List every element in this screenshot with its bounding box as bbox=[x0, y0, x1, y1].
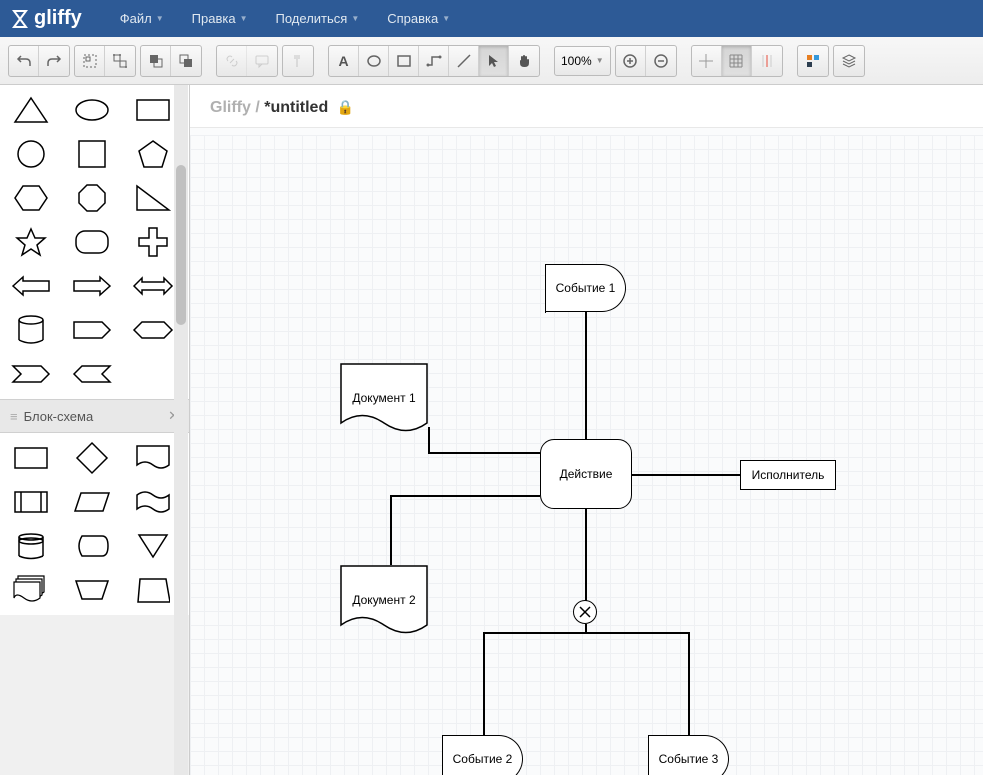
shape-right-triangle[interactable] bbox=[128, 179, 178, 217]
node-action[interactable]: Действие bbox=[540, 439, 632, 509]
snap-button[interactable] bbox=[692, 46, 722, 76]
guides-button[interactable] bbox=[752, 46, 782, 76]
ungroup-button[interactable] bbox=[105, 46, 135, 76]
shapes-sidebar: ≡ Блок-схема ✕ bbox=[0, 85, 190, 775]
app-header: gliffy Файл▼ Правка▼ Поделиться▼ Справка… bbox=[0, 0, 983, 37]
node-event-1[interactable]: Событие 1 bbox=[546, 264, 626, 312]
diagram-canvas[interactable]: Событие 1 Действие Исполнитель Документ … bbox=[190, 135, 983, 775]
logo-icon bbox=[10, 9, 30, 29]
connector[interactable] bbox=[585, 624, 587, 633]
shape-arrow-right[interactable] bbox=[67, 267, 117, 305]
connector[interactable] bbox=[428, 427, 430, 453]
undo-button[interactable] bbox=[9, 46, 39, 76]
zoom-in-button[interactable] bbox=[616, 46, 646, 76]
sidebar-scrollbar[interactable] bbox=[174, 85, 188, 775]
breadcrumb-prefix: Gliffy / bbox=[210, 99, 264, 116]
fc-data[interactable] bbox=[67, 483, 117, 521]
section-label: Блок-схема bbox=[24, 409, 94, 424]
comment-button[interactable] bbox=[247, 46, 277, 76]
fc-tape[interactable] bbox=[128, 483, 178, 521]
pan-tool-button[interactable] bbox=[509, 46, 539, 76]
format-painter-button[interactable] bbox=[283, 46, 313, 76]
fc-display[interactable] bbox=[67, 527, 117, 565]
drag-handle-icon: ≡ bbox=[10, 409, 18, 424]
theme-button[interactable] bbox=[798, 46, 828, 76]
shape-plus[interactable] bbox=[128, 223, 178, 261]
fc-decision[interactable] bbox=[67, 439, 117, 477]
logo: gliffy bbox=[10, 7, 82, 30]
flowchart-shapes-grid bbox=[0, 433, 189, 615]
fc-multi-document[interactable] bbox=[6, 571, 56, 609]
shape-hexagon[interactable] bbox=[6, 179, 56, 217]
shape-pointer-left[interactable] bbox=[67, 355, 117, 393]
connector[interactable] bbox=[390, 495, 392, 565]
node-document-2[interactable]: Документ 2 bbox=[340, 565, 428, 639]
pointer-tool-button[interactable] bbox=[479, 46, 509, 76]
connector[interactable] bbox=[585, 312, 587, 439]
fc-manual-op[interactable] bbox=[67, 571, 117, 609]
shape-chevron-right[interactable] bbox=[67, 311, 117, 349]
sidebar-scroll-thumb[interactable] bbox=[176, 165, 186, 325]
fc-predefined[interactable] bbox=[6, 483, 56, 521]
link-button[interactable] bbox=[217, 46, 247, 76]
fc-manual-input[interactable] bbox=[128, 571, 178, 609]
group-button[interactable] bbox=[75, 46, 105, 76]
node-performer[interactable]: Исполнитель bbox=[740, 460, 836, 490]
connector[interactable] bbox=[483, 632, 485, 735]
redo-button[interactable] bbox=[39, 46, 69, 76]
node-document-1[interactable]: Документ 1 bbox=[340, 363, 428, 437]
main-menu: Файл▼ Правка▼ Поделиться▼ Справка▼ bbox=[112, 7, 458, 30]
shape-arrow-left[interactable] bbox=[6, 267, 56, 305]
menu-share[interactable]: Поделиться▼ bbox=[268, 7, 368, 30]
logo-text: gliffy bbox=[34, 7, 82, 30]
document-title: *untitled bbox=[264, 99, 328, 116]
connector[interactable] bbox=[585, 509, 587, 601]
basic-shapes-grid bbox=[0, 85, 189, 399]
shape-ellipse[interactable] bbox=[67, 91, 117, 129]
line-tool-button[interactable] bbox=[449, 46, 479, 76]
shape-cylinder[interactable] bbox=[6, 311, 56, 349]
node-event-3[interactable]: Событие 3 bbox=[649, 735, 729, 775]
shape-arrow-both[interactable] bbox=[128, 267, 178, 305]
shape-pentagon[interactable] bbox=[128, 135, 178, 173]
layers-button[interactable] bbox=[834, 46, 864, 76]
text-tool-button[interactable]: A bbox=[329, 46, 359, 76]
fc-database[interactable] bbox=[6, 527, 56, 565]
connector[interactable] bbox=[390, 495, 540, 497]
shape-star[interactable] bbox=[6, 223, 56, 261]
bring-front-button[interactable] bbox=[141, 46, 171, 76]
menu-help[interactable]: Справка▼ bbox=[379, 7, 458, 30]
breadcrumb: Gliffy / *untitled 🔒 bbox=[190, 85, 983, 128]
connector[interactable] bbox=[688, 632, 690, 735]
shape-triangle[interactable] bbox=[6, 91, 56, 129]
connector-tool-button[interactable] bbox=[419, 46, 449, 76]
fc-document[interactable] bbox=[128, 439, 178, 477]
lock-icon: 🔒 bbox=[337, 99, 354, 115]
connector[interactable] bbox=[632, 474, 740, 476]
node-event-2[interactable]: Событие 2 bbox=[443, 735, 523, 775]
connector[interactable] bbox=[428, 452, 540, 454]
menu-file[interactable]: Файл▼ bbox=[112, 7, 172, 30]
ellipse-tool-button[interactable] bbox=[359, 46, 389, 76]
zoom-select[interactable]: 100%▼ bbox=[554, 46, 611, 76]
shape-rectangle[interactable] bbox=[128, 91, 178, 129]
menu-edit[interactable]: Правка▼ bbox=[184, 7, 256, 30]
shape-rounded-rect[interactable] bbox=[67, 223, 117, 261]
shape-hexagon-flat[interactable] bbox=[128, 311, 178, 349]
fc-merge[interactable] bbox=[128, 527, 178, 565]
shape-pointer-right[interactable] bbox=[6, 355, 56, 393]
canvas-area[interactable]: Gliffy / *untitled 🔒 Событие 1 Действие … bbox=[190, 85, 983, 775]
shape-square[interactable] bbox=[67, 135, 117, 173]
zoom-out-button[interactable] bbox=[646, 46, 676, 76]
grid-button[interactable] bbox=[722, 46, 752, 76]
fc-process[interactable] bbox=[6, 439, 56, 477]
node-gateway[interactable] bbox=[573, 600, 597, 624]
shape-circle[interactable] bbox=[6, 135, 56, 173]
send-back-button[interactable] bbox=[171, 46, 201, 76]
shape-octagon[interactable] bbox=[67, 179, 117, 217]
section-flowchart-header[interactable]: ≡ Блок-схема ✕ bbox=[0, 399, 189, 433]
toolbar: A 100%▼ bbox=[0, 37, 983, 85]
rectangle-tool-button[interactable] bbox=[389, 46, 419, 76]
